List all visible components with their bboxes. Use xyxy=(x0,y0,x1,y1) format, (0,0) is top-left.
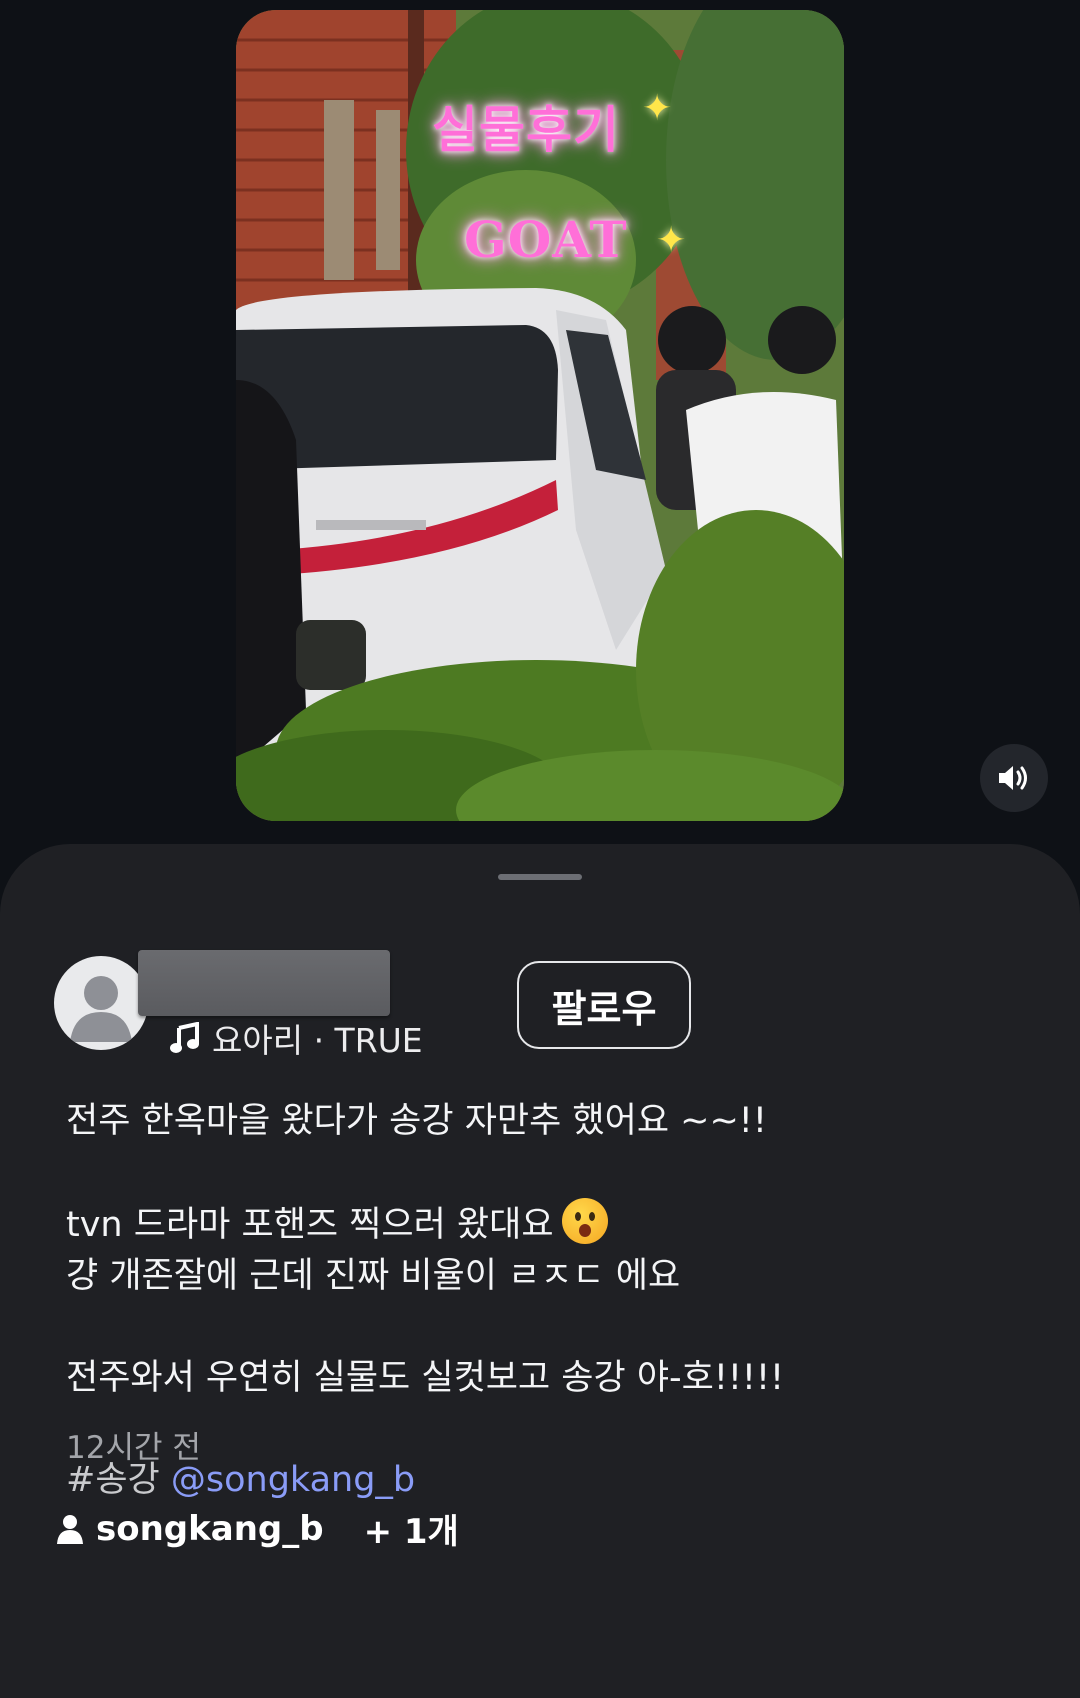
tagged-users[interactable]: songkang_b + 1개 xyxy=(56,1504,459,1553)
caption-line: 전주 한옥마을 왔다가 송강 자만추 했어요 ~~!! xyxy=(66,1101,767,1141)
mute-toggle-button[interactable] xyxy=(980,744,1048,812)
caption-line: 걍 개존잘에 근데 진짜 비율이 ㄹㅈㄷ 에요 xyxy=(66,1256,681,1296)
tagged-more-count: + 1개 xyxy=(363,1512,459,1552)
sparkle-icon: ✦ xyxy=(656,220,687,261)
video-overlay-text-review: 실물후기 xyxy=(432,100,620,159)
video-overlay-text-goat: GOAT xyxy=(464,210,628,269)
caption-line: 전주와서 우연히 실물도 실컷보고 송강 야-호!!!!! xyxy=(66,1358,785,1398)
music-title: 요아리 · TRUE xyxy=(212,1021,423,1060)
author-name-redacted[interactable] xyxy=(138,950,390,1016)
threads-video-post-screen: 실물후기 ✦ GOAT ✦ 요아리 · TRUE 팔로우 전주 한옥마을 왔다가… xyxy=(0,0,1080,1698)
sheet-drag-handle[interactable] xyxy=(498,874,582,880)
sparkle-icon: ✦ xyxy=(642,88,673,129)
caption-line: tvn 드라마 포핸즈 찍으러 왔대요 xyxy=(66,1198,1026,1251)
caption-tags-line: #송강 @songkang_b xyxy=(66,1455,1026,1506)
speaker-volume-icon xyxy=(999,766,1027,790)
default-avatar-icon xyxy=(70,976,132,1042)
mention-link[interactable]: @songkang_b xyxy=(171,1460,415,1500)
music-note-icon xyxy=(170,1022,199,1053)
post-caption: 전주 한옥마을 왔다가 송강 자만추 했어요 ~~!! tvn 드라마 포핸즈 … xyxy=(66,1096,1026,1506)
tagged-username: songkang_b xyxy=(96,1508,324,1549)
post-timestamp: 12시간 전 xyxy=(66,1430,201,1466)
hushed-face-emoji xyxy=(561,1198,608,1244)
follow-button[interactable]: 팔로우 xyxy=(517,961,691,1049)
caption-text: tvn 드라마 포핸즈 찍으러 왔대요 xyxy=(66,1205,554,1245)
person-icon xyxy=(57,1514,83,1544)
author-avatar[interactable] xyxy=(54,956,148,1050)
video-player[interactable]: 실물후기 ✦ GOAT ✦ xyxy=(236,10,844,821)
post-detail-sheet: 요아리 · TRUE 팔로우 전주 한옥마을 왔다가 송강 자만추 했어요 ~~… xyxy=(0,844,1080,1698)
music-info[interactable]: 요아리 · TRUE xyxy=(170,1014,423,1062)
